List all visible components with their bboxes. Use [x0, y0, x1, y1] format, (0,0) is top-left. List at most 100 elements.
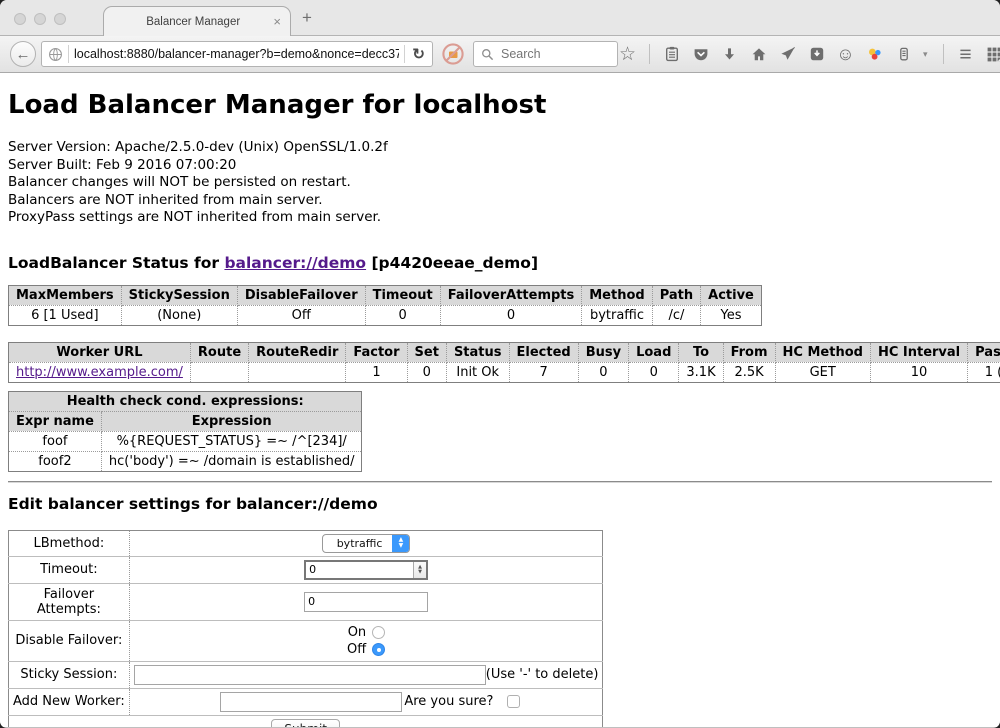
expr-cell: hc('body') =~ /domain is established/ — [101, 451, 362, 471]
table-row: foof %{REQUEST_STATUS} =~ /^[234]/ — [9, 431, 362, 451]
balancer-summary-table: MaxMembers StickySession DisableFailover… — [8, 285, 762, 326]
header-cell: Set — [407, 342, 446, 362]
search-icon — [480, 48, 494, 61]
header-cell: From — [723, 342, 775, 362]
failover-attempts-input[interactable] — [304, 592, 428, 612]
table-cell: 0 — [629, 362, 679, 382]
table-cell: 2.5K — [723, 362, 775, 382]
downloads-icon[interactable] — [720, 47, 739, 62]
menu-hamburger-icon[interactable]: ≡ — [956, 44, 975, 65]
table-cell: /c/ — [652, 305, 700, 325]
table-cell: Init Ok — [446, 362, 509, 382]
expr-cell: %{REQUEST_STATUS} =~ /^[234]/ — [101, 431, 362, 451]
header-cell: To — [679, 342, 723, 362]
bookmarks-list-icon[interactable] — [662, 46, 681, 62]
table-cell: 6 [1 Used] — [9, 305, 122, 325]
header-cell: RouteRedir — [249, 342, 346, 362]
form-row-lbmethod: LBmethod: bytraffic ▲▼ — [9, 530, 603, 556]
table-row: 6 [1 Used] (None) Off 0 0 bytraffic /c/ … — [9, 305, 762, 325]
table-cell: Off — [237, 305, 365, 325]
table-header-row: MaxMembers StickySession DisableFailover… — [9, 285, 762, 305]
home-icon[interactable] — [749, 46, 768, 62]
status-heading-prefix: LoadBalancer Status for — [8, 254, 224, 272]
search-input[interactable] — [499, 46, 611, 62]
tab-close-icon[interactable]: × — [273, 15, 281, 28]
zoom-window-button[interactable] — [54, 13, 66, 25]
table-cell: 10 — [870, 362, 967, 382]
header-cell: Method — [582, 285, 652, 305]
download-square-icon[interactable] — [807, 46, 826, 62]
pocket-icon[interactable] — [691, 46, 710, 62]
radio-off-label: Off — [347, 642, 366, 657]
table-header-row: Worker URL Route RouteRedir Factor Set S… — [9, 342, 1000, 362]
select-arrows-icon: ▲▼ — [392, 535, 409, 552]
header-cell: Passes — [968, 342, 1000, 362]
add-worker-input[interactable] — [220, 692, 402, 712]
back-button[interactable]: ← — [10, 41, 36, 67]
sticky-session-note: (Use '-' to delete) — [486, 667, 599, 682]
persist-note-line: Balancer changes will NOT be persisted o… — [8, 174, 992, 192]
timeout-input-wrap: ▲▼ — [304, 560, 428, 580]
tab-bar: Balancer Manager × + — [0, 0, 1000, 36]
header-cell: Elected — [509, 342, 578, 362]
header-cell: Route — [190, 342, 248, 362]
table-cell: GET — [775, 362, 870, 382]
table-cell: 0 — [578, 362, 628, 382]
inherit-note-line: Balancers are NOT inherited from main se… — [8, 192, 992, 210]
status-heading-suffix: [p4420eeae_demo] — [366, 254, 538, 272]
header-cell: Busy — [578, 342, 628, 362]
tab-balancer-manager[interactable]: Balancer Manager × — [103, 6, 291, 36]
page-content: Load Balancer Manager for localhost Serv… — [0, 73, 1000, 727]
timeout-input[interactable] — [306, 562, 413, 578]
url-bar[interactable]: localhost:8880/balancer-manager?b=demo&n… — [41, 41, 433, 67]
content-blocked-icon[interactable] — [441, 42, 465, 66]
sticky-session-input[interactable] — [134, 665, 486, 685]
confirm-checkbox[interactable] — [507, 695, 520, 708]
expr-name-cell: foof — [9, 431, 102, 451]
worker-url-link[interactable]: http://www.example.com/ — [16, 365, 183, 380]
bookmark-star-icon[interactable]: ☆ — [618, 45, 637, 64]
balancer-link[interactable]: balancer://demo — [224, 254, 366, 272]
minimize-window-button[interactable] — [34, 13, 46, 25]
radio-on[interactable] — [372, 626, 385, 639]
table-cell: (None) — [121, 305, 237, 325]
server-version-line: Server Version: Apache/2.5.0-dev (Unix) … — [8, 139, 992, 157]
search-bar[interactable] — [473, 41, 618, 67]
server-built-line: Server Built: Feb 9 2016 07:00:20 — [8, 157, 992, 175]
send-tab-icon[interactable] — [778, 46, 797, 62]
radio-off[interactable] — [372, 643, 385, 656]
health-check-table: Health check cond. expressions: Expr nam… — [8, 391, 362, 472]
url-text[interactable]: localhost:8880/balancer-manager?b=demo&n… — [74, 47, 399, 61]
health-table-title: Health check cond. expressions: — [9, 391, 362, 411]
colored-dots-icon[interactable] — [865, 46, 884, 62]
globe-icon[interactable] — [47, 47, 63, 62]
table-cell: 3.1K — [679, 362, 723, 382]
form-row-failover-attempts: Failover Attempts: — [9, 583, 603, 620]
lbmethod-selected-value: bytraffic — [323, 535, 393, 552]
confirm-label: Are you sure? — [404, 694, 493, 709]
status-heading: LoadBalancer Status for balancer://demo … — [8, 254, 992, 273]
chevron-down-icon[interactable]: ▾ — [923, 49, 931, 60]
header-cell: Expr name — [9, 411, 102, 431]
lbmethod-select[interactable]: bytraffic ▲▼ — [322, 534, 411, 553]
submit-button[interactable]: Submit — [271, 719, 340, 728]
toolbar-icons: ☆ ☺ — [618, 44, 1000, 65]
header-cell: Worker URL — [9, 342, 191, 362]
header-cell: Status — [446, 342, 509, 362]
page-title: Load Balancer Manager for localhost — [8, 89, 992, 121]
close-window-button[interactable] — [14, 13, 26, 25]
header-cell: MaxMembers — [9, 285, 122, 305]
table-cell: 0 — [407, 362, 446, 382]
feedback-smiley-icon[interactable]: ☺ — [836, 45, 855, 63]
browser-window: Balancer Manager × + ← localhost:8880/ba… — [0, 0, 1000, 728]
form-row-submit: Submit — [9, 715, 603, 727]
header-cell: Active — [701, 285, 762, 305]
table-cell: 0 — [365, 305, 440, 325]
number-spinner-icon[interactable]: ▲▼ — [413, 562, 426, 578]
battery-icon[interactable] — [894, 46, 913, 62]
header-cell: Expression — [101, 411, 362, 431]
reload-icon[interactable]: ↻ — [410, 45, 427, 63]
header-cell: Factor — [346, 342, 407, 362]
tab-groups-icon[interactable] — [985, 46, 1000, 63]
new-tab-button[interactable]: + — [302, 9, 312, 26]
